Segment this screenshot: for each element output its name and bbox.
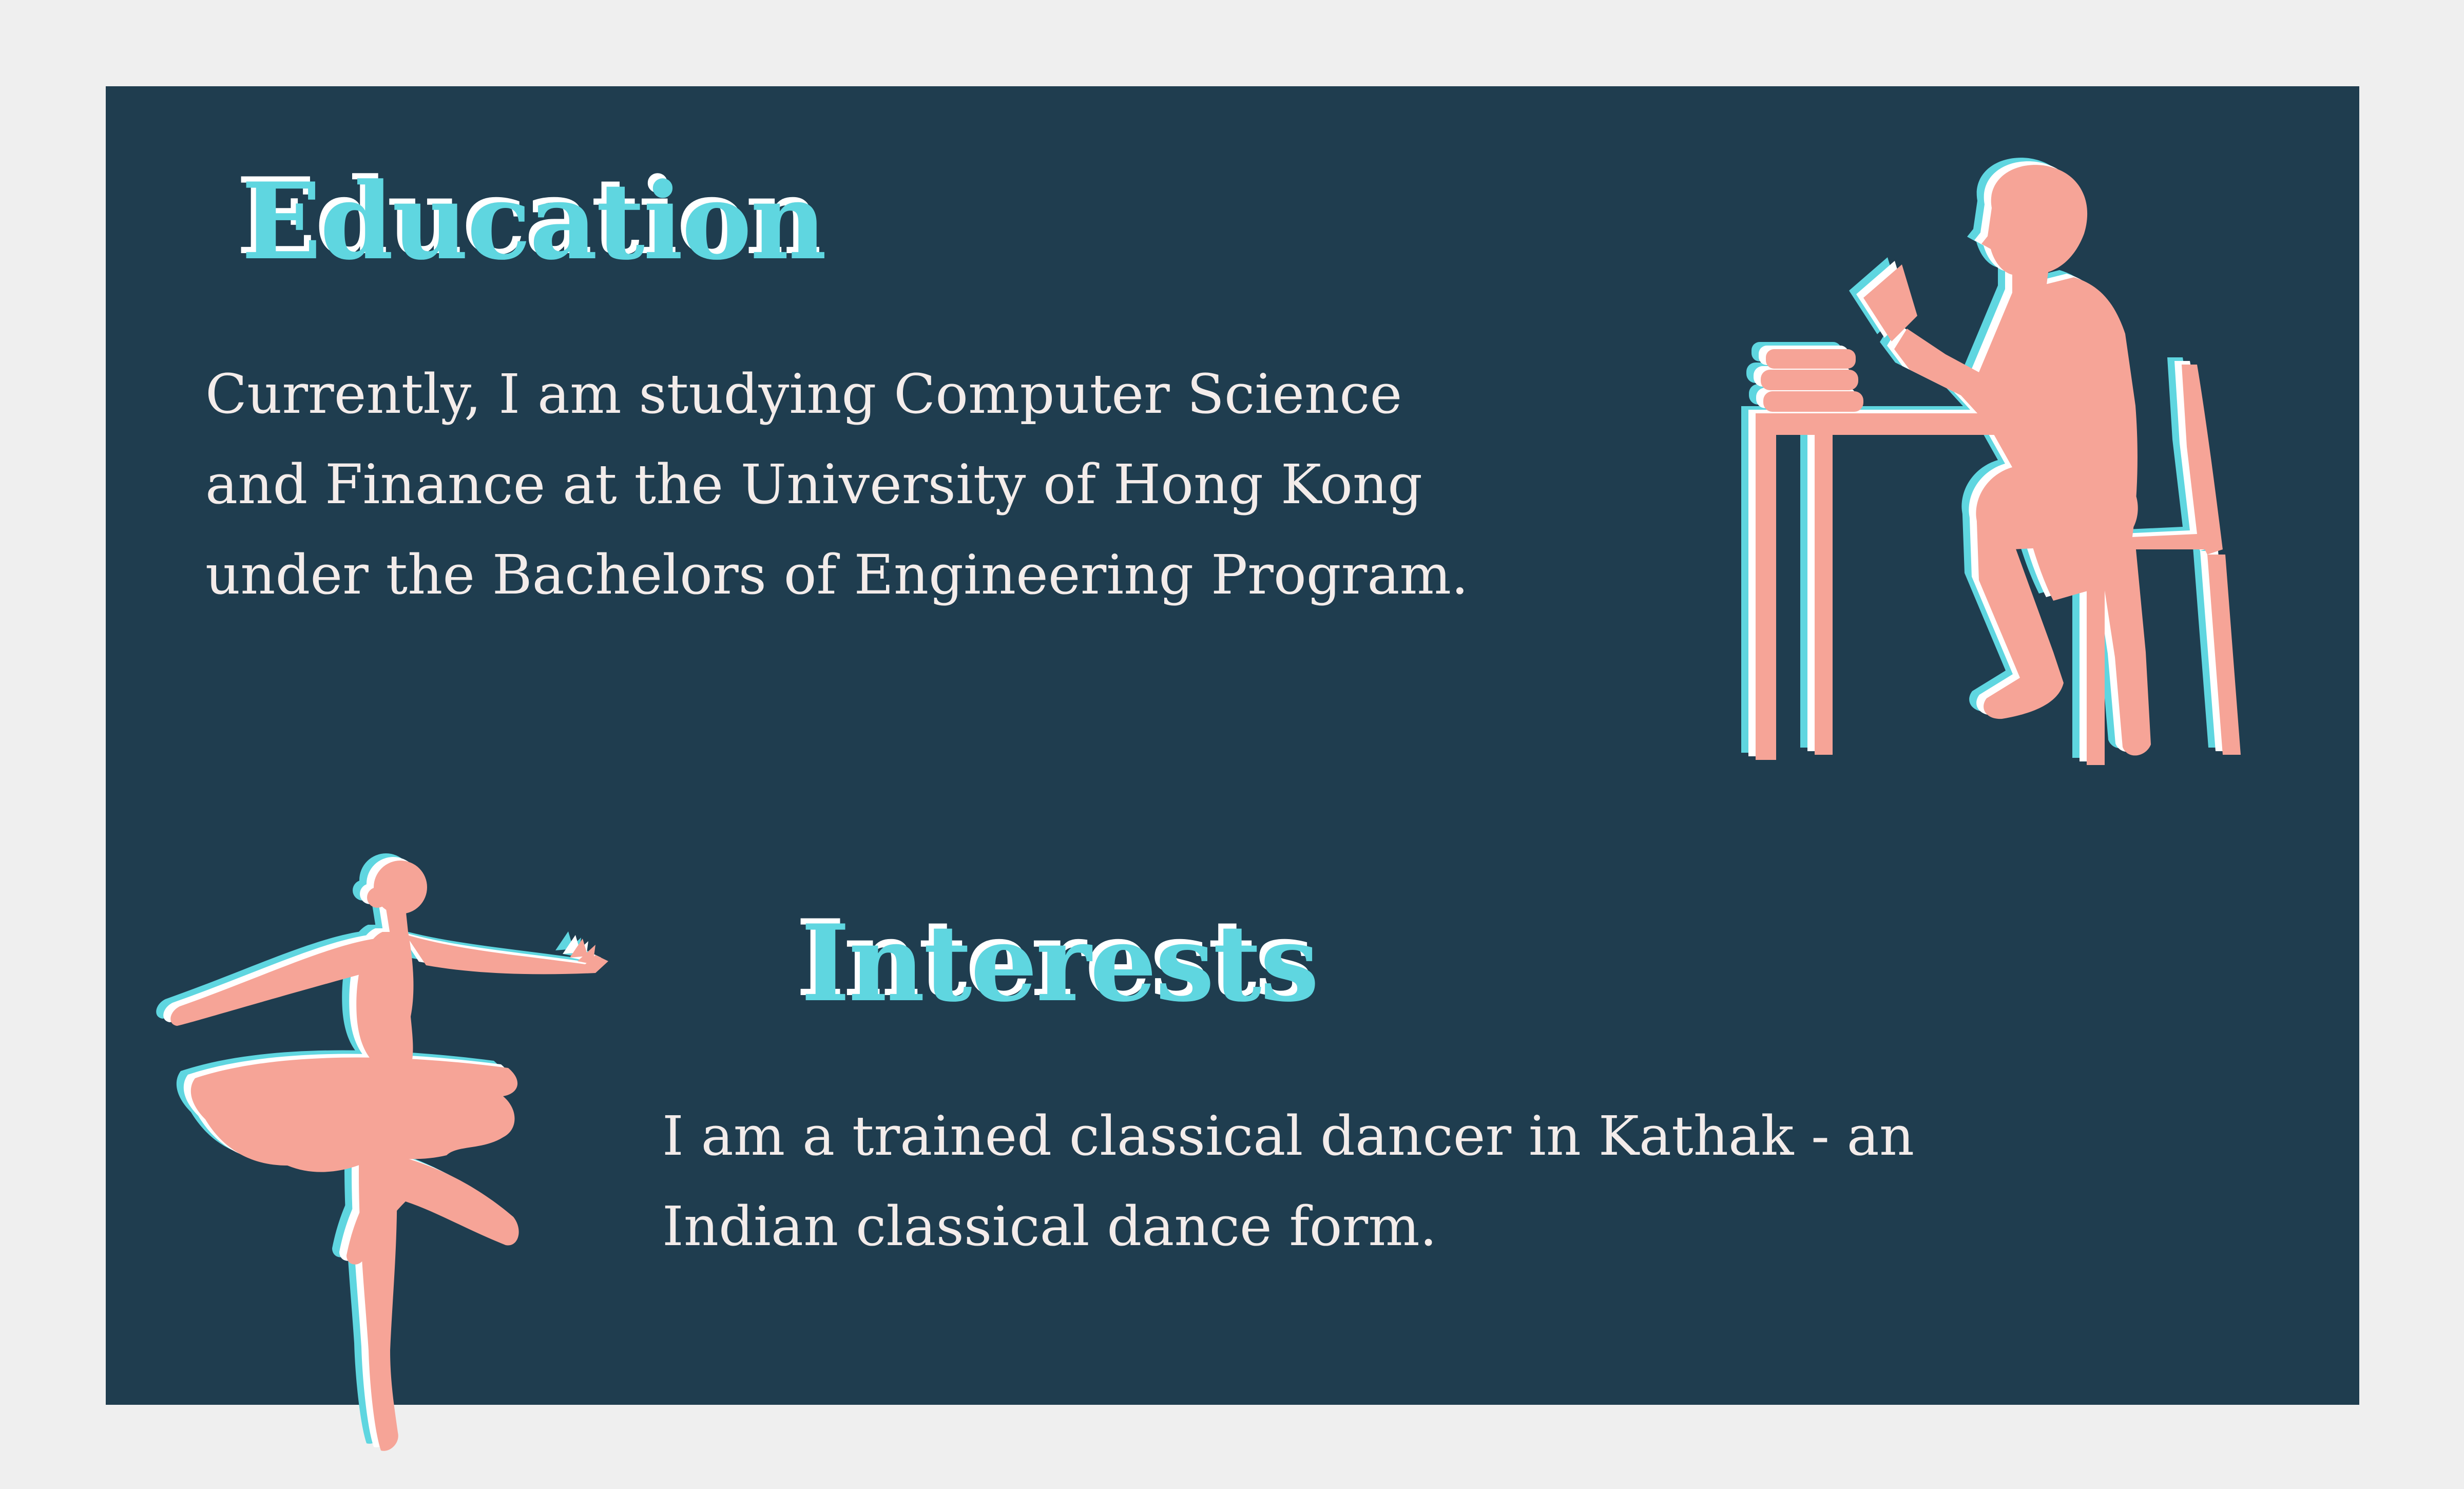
ballerina-icon bbox=[156, 853, 608, 1451]
education-heading: Education bbox=[241, 160, 827, 283]
page: Education Currently, I am studying Compu… bbox=[0, 0, 2464, 1489]
interests-heading: Interests bbox=[801, 902, 1319, 1025]
ballerina-silhouette bbox=[170, 861, 608, 1451]
education-line-3: under the Bachelors of Engineering Progr… bbox=[205, 543, 1469, 606]
education-description: Currently, I am studying Computer Scienc… bbox=[205, 349, 1469, 620]
education-line-2: and Finance at the University of Hong Ko… bbox=[205, 453, 1423, 516]
education-line-1: Currently, I am studying Computer Scienc… bbox=[205, 362, 1402, 426]
interests-line-2: Indian classical dance form. bbox=[662, 1195, 1437, 1258]
student-reading-icon bbox=[1741, 158, 2241, 765]
interests-line-1: I am a trained classical dancer in Katha… bbox=[662, 1104, 1915, 1168]
interests-description: I am a trained classical dancer in Katha… bbox=[662, 1091, 1914, 1272]
